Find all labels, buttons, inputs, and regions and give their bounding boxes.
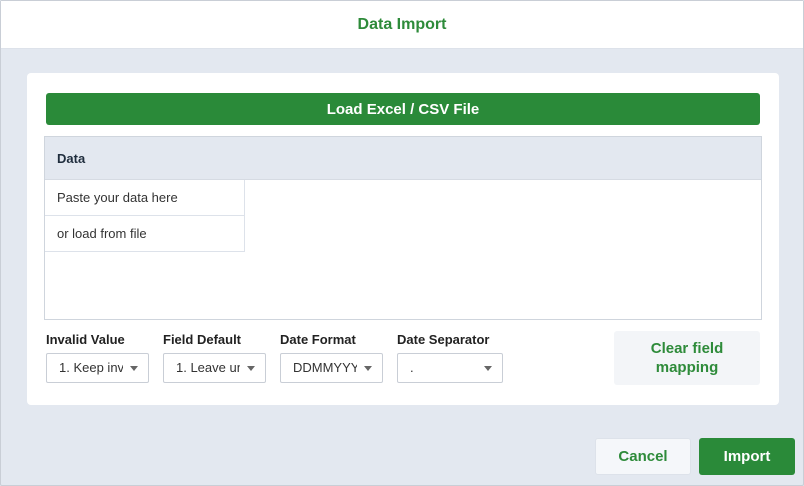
field-default-select[interactable]: 1. Leave unchanged	[163, 353, 266, 383]
date-separator-label: Date Separator	[397, 332, 490, 347]
date-format-label: Date Format	[280, 332, 356, 347]
clear-button-line1: Clear field	[650, 340, 724, 357]
grid-row[interactable]: or load from file	[45, 216, 245, 252]
date-separator-selected: .	[410, 360, 414, 375]
invalid-value-select[interactable]: 1. Keep invalid	[46, 353, 149, 383]
cancel-button[interactable]: Cancel	[595, 438, 691, 475]
date-format-select[interactable]: DDMMYYYY	[280, 353, 383, 383]
chevron-down-icon	[130, 366, 138, 371]
field-default-label: Field Default	[163, 332, 242, 347]
chevron-down-icon	[247, 366, 255, 371]
chevron-down-icon	[364, 366, 372, 371]
grid-column-header: Data	[45, 137, 761, 180]
grid-row[interactable]: Paste your data here	[45, 180, 245, 216]
data-import-dialog: Data Import Load Excel / CSV File Data P…	[0, 0, 804, 486]
clear-button-line2: mapping	[655, 359, 719, 376]
date-format-selected: DDMMYYYY	[293, 360, 357, 375]
dialog-header: Data Import	[1, 1, 803, 49]
load-file-button[interactable]: Load Excel / CSV File	[46, 93, 760, 125]
invalid-value-label: Invalid Value	[46, 332, 125, 347]
data-grid[interactable]: Data Paste your data here or load from f…	[44, 136, 762, 320]
field-default-selected: 1. Leave unchanged	[176, 360, 240, 375]
dialog-title: Data Import	[357, 15, 447, 33]
import-button[interactable]: Import	[699, 438, 795, 475]
invalid-value-selected: 1. Keep invalid	[59, 360, 123, 375]
import-card: Load Excel / CSV File Data Paste your da…	[27, 73, 779, 405]
clear-field-mapping-button[interactable]: Clear field mapping	[614, 331, 760, 385]
chevron-down-icon	[484, 366, 492, 371]
date-separator-select[interactable]: .	[397, 353, 503, 383]
